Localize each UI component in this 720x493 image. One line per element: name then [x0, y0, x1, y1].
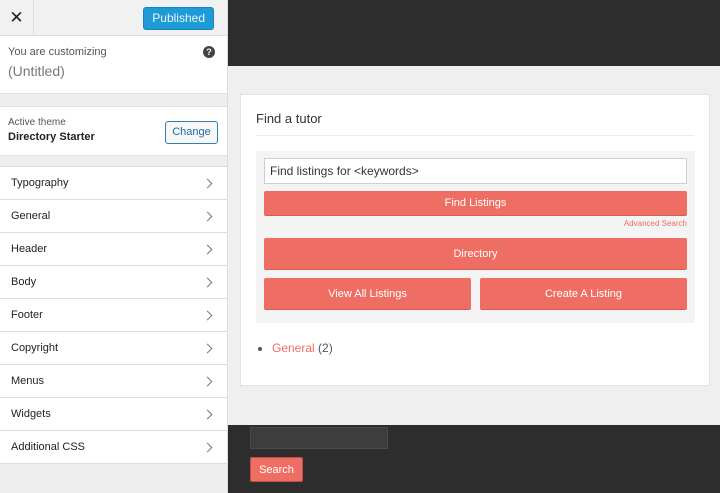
sidebar-item-label: Header	[11, 243, 48, 255]
search-widget: Find a tutor Find listings for <keywords…	[240, 94, 710, 386]
sidebar-item-copyright[interactable]: Copyright	[0, 332, 227, 365]
chevron-right-icon	[202, 409, 213, 419]
sidebar-item-label: Copyright	[11, 342, 59, 354]
chevron-right-icon	[202, 277, 213, 287]
site-preview: Find a tutor Find listings for <keywords…	[228, 0, 720, 493]
category-list: General (2)	[272, 341, 333, 355]
sidebar-item-menus[interactable]: Menus	[0, 365, 227, 398]
create-listing-button[interactable]: Create A Listing	[480, 278, 687, 310]
sidebar-item-footer[interactable]: Footer	[0, 299, 227, 332]
preview-footer-bar: Search	[228, 425, 720, 493]
category-link-general[interactable]: General	[272, 341, 315, 355]
widget-title: Find a tutor	[256, 111, 322, 126]
sidebar-item-label: Widgets	[11, 408, 51, 420]
sidebar-item-general[interactable]: General	[0, 200, 227, 233]
chevron-right-icon	[202, 178, 213, 188]
widget-divider	[256, 135, 694, 136]
site-title: (Untitled)	[8, 63, 65, 79]
customizer-header: ✕ Published	[0, 0, 227, 36]
list-item: General (2)	[272, 341, 333, 355]
sidebar-item-label: Typography	[11, 177, 69, 189]
advanced-search-link[interactable]: Advanced Search	[624, 219, 687, 228]
directory-button[interactable]: Directory	[264, 238, 687, 270]
preview-header-bar	[228, 0, 720, 66]
sidebar-item-label: Body	[11, 276, 37, 288]
sidebar-item-header[interactable]: Header	[0, 233, 227, 266]
sidebar-item-label: Additional CSS	[11, 441, 85, 453]
publish-button[interactable]: Published	[143, 7, 214, 30]
chevron-right-icon	[202, 376, 213, 386]
sidebar-item-additional-css[interactable]: Additional CSS	[0, 431, 227, 464]
chevron-right-icon	[202, 211, 213, 221]
customizer-sidebar: ✕ Published You are customizing (Untitle…	[0, 0, 228, 493]
footer-search-button[interactable]: Search	[250, 457, 303, 482]
change-theme-button[interactable]: Change	[165, 121, 218, 144]
find-listings-button[interactable]: Find Listings	[264, 191, 687, 216]
view-all-listings-button[interactable]: View All Listings	[264, 278, 471, 310]
sidebar-item-label: Footer	[11, 309, 43, 321]
active-theme-panel: Active theme Directory Starter Change	[0, 106, 227, 156]
sidebar-item-label: Menus	[11, 375, 45, 387]
search-panel: Find listings for <keywords> Find Listin…	[256, 151, 695, 323]
keywords-input[interactable]: Find listings for <keywords>	[264, 158, 687, 184]
customizer-menu: Typography General Header Body Footer Co…	[0, 166, 227, 464]
chevron-right-icon	[202, 310, 213, 320]
sidebar-item-typography[interactable]: Typography	[0, 167, 227, 200]
sidebar-item-widgets[interactable]: Widgets	[0, 398, 227, 431]
customizing-info: You are customizing (Untitled) ?	[0, 36, 227, 94]
sidebar-item-label: General	[11, 210, 51, 222]
footer-search-input[interactable]	[250, 427, 388, 449]
customizing-label: You are customizing	[8, 46, 107, 58]
help-icon[interactable]: ?	[203, 46, 215, 58]
category-count: (2)	[318, 341, 333, 355]
sidebar-item-body[interactable]: Body	[0, 266, 227, 299]
chevron-right-icon	[202, 343, 213, 353]
close-icon[interactable]: ✕	[0, 0, 34, 36]
chevron-right-icon	[202, 244, 213, 254]
chevron-right-icon	[202, 442, 213, 452]
